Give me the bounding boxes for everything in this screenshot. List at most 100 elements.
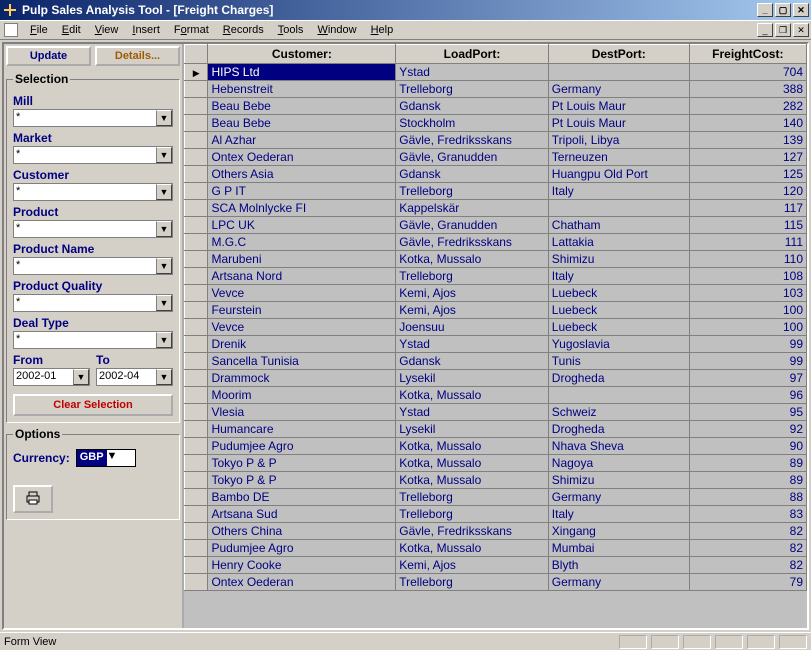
cell-customer[interactable]: SCA Molnlycke FI [208, 200, 396, 217]
row-selector[interactable] [185, 438, 208, 455]
table-row[interactable]: MoorimKotka, Mussalo96 [185, 387, 807, 404]
row-selector[interactable] [185, 98, 208, 115]
table-row[interactable]: VevceJoensuuLuebeck100 [185, 319, 807, 336]
table-row[interactable]: G P ITTrelleborgItaly120 [185, 183, 807, 200]
cell-customer[interactable]: Pudumjee Agro [208, 540, 396, 557]
mdi-close-button[interactable]: ✕ [793, 23, 809, 37]
cell-destport[interactable]: Mumbai [548, 540, 689, 557]
cell-customer[interactable]: Henry Cooke [208, 557, 396, 574]
table-row[interactable]: Others AsiaGdanskHuangpu Old Port125 [185, 166, 807, 183]
cell-destport[interactable] [548, 64, 689, 81]
row-selector[interactable] [185, 285, 208, 302]
cell-customer[interactable]: Vlesia [208, 404, 396, 421]
cell-destport[interactable]: Lattakia [548, 234, 689, 251]
row-selector[interactable] [185, 540, 208, 557]
cell-loadport[interactable]: Gävle, Granudden [396, 217, 549, 234]
cell-loadport[interactable]: Ystad [396, 64, 549, 81]
row-selector[interactable] [185, 455, 208, 472]
cell-loadport[interactable]: Trelleborg [396, 506, 549, 523]
cell-destport[interactable]: Drogheda [548, 370, 689, 387]
product-name-combo[interactable]: * ▼ [13, 257, 173, 275]
cell-freightcost[interactable]: 282 [689, 98, 806, 115]
cell-destport[interactable]: Xingang [548, 523, 689, 540]
row-selector[interactable] [185, 506, 208, 523]
cell-customer[interactable]: Vevce [208, 319, 396, 336]
menu-file[interactable]: File [24, 22, 54, 38]
cell-destport[interactable]: Luebeck [548, 302, 689, 319]
cell-customer[interactable]: Vevce [208, 285, 396, 302]
row-selector[interactable] [185, 149, 208, 166]
table-row[interactable]: Ontex OederanTrelleborgGermany79 [185, 574, 807, 591]
table-row[interactable]: MarubeniKotka, MussaloShimizu110 [185, 251, 807, 268]
row-selector[interactable] [185, 353, 208, 370]
cell-destport[interactable]: Germany [548, 489, 689, 506]
table-row[interactable]: Tokyo P & PKotka, MussaloNagoya89 [185, 455, 807, 472]
cell-freightcost[interactable]: 82 [689, 523, 806, 540]
cell-freightcost[interactable]: 99 [689, 336, 806, 353]
cell-destport[interactable] [548, 200, 689, 217]
cell-customer[interactable]: Beau Bebe [208, 98, 396, 115]
cell-freightcost[interactable]: 704 [689, 64, 806, 81]
table-row[interactable]: Pudumjee AgroKotka, MussaloNhava Sheva90 [185, 438, 807, 455]
currency-combo[interactable]: GBP ▼ [76, 449, 136, 467]
table-row[interactable]: Bambo DETrelleborgGermany88 [185, 489, 807, 506]
cell-freightcost[interactable]: 110 [689, 251, 806, 268]
table-row[interactable]: Pudumjee AgroKotka, MussaloMumbai82 [185, 540, 807, 557]
cell-loadport[interactable]: Ystad [396, 336, 549, 353]
cell-customer[interactable]: Beau Bebe [208, 115, 396, 132]
market-dropdown-icon[interactable]: ▼ [156, 147, 172, 163]
cell-destport[interactable]: Pt Louis Maur [548, 98, 689, 115]
table-row[interactable]: DrenikYstadYugoslavia99 [185, 336, 807, 353]
clear-selection-button[interactable]: Clear Selection [13, 394, 173, 416]
cell-freightcost[interactable]: 120 [689, 183, 806, 200]
table-row[interactable]: LPC UKGävle, GranuddenChatham115 [185, 217, 807, 234]
cell-destport[interactable]: Italy [548, 506, 689, 523]
cell-destport[interactable]: Schweiz [548, 404, 689, 421]
mdi-restore-button[interactable]: ❐ [775, 23, 791, 37]
product-name-dropdown-icon[interactable]: ▼ [156, 258, 172, 274]
row-selector[interactable] [185, 64, 208, 81]
menu-format[interactable]: Format [168, 22, 215, 38]
table-row[interactable]: VevceKemi, AjosLuebeck103 [185, 285, 807, 302]
row-selector[interactable] [185, 251, 208, 268]
table-row[interactable]: HebenstreitTrelleborgGermany388 [185, 81, 807, 98]
row-selector[interactable] [185, 268, 208, 285]
cell-loadport[interactable]: Kappelskär [396, 200, 549, 217]
cell-destport[interactable]: Italy [548, 268, 689, 285]
menu-edit[interactable]: Edit [56, 22, 87, 38]
menu-insert[interactable]: Insert [126, 22, 166, 38]
cell-freightcost[interactable]: 92 [689, 421, 806, 438]
menu-help[interactable]: Help [365, 22, 400, 38]
table-row[interactable]: Henry CookeKemi, AjosBlyth82 [185, 557, 807, 574]
cell-destport[interactable]: Yugoslavia [548, 336, 689, 353]
menu-tools[interactable]: Tools [272, 22, 310, 38]
cell-freightcost[interactable]: 89 [689, 472, 806, 489]
cell-customer[interactable]: Moorim [208, 387, 396, 404]
print-button[interactable] [13, 485, 53, 513]
row-selector[interactable] [185, 81, 208, 98]
table-row[interactable]: Sancella TunisiaGdanskTunis99 [185, 353, 807, 370]
cell-loadport[interactable]: Stockholm [396, 115, 549, 132]
from-combo[interactable]: 2002-01 ▼ [13, 368, 90, 386]
cell-destport[interactable]: Terneuzen [548, 149, 689, 166]
cell-loadport[interactable]: Trelleborg [396, 489, 549, 506]
cell-loadport[interactable]: Kotka, Mussalo [396, 387, 549, 404]
from-dropdown-icon[interactable]: ▼ [73, 369, 89, 385]
cell-freightcost[interactable]: 79 [689, 574, 806, 591]
customer-dropdown-icon[interactable]: ▼ [156, 184, 172, 200]
cell-freightcost[interactable]: 82 [689, 557, 806, 574]
deal-type-dropdown-icon[interactable]: ▼ [156, 332, 172, 348]
cell-destport[interactable]: Nhava Sheva [548, 438, 689, 455]
row-selector-header[interactable] [185, 45, 208, 64]
update-button[interactable]: Update [6, 46, 91, 66]
mill-combo[interactable]: * ▼ [13, 109, 173, 127]
col-customer[interactable]: Customer: [208, 45, 396, 64]
cell-freightcost[interactable]: 90 [689, 438, 806, 455]
cell-freightcost[interactable]: 95 [689, 404, 806, 421]
cell-loadport[interactable]: Kemi, Ajos [396, 557, 549, 574]
row-selector[interactable] [185, 166, 208, 183]
col-freightcost[interactable]: FreightCost: [689, 45, 806, 64]
table-row[interactable]: DrammockLysekilDrogheda97 [185, 370, 807, 387]
cell-loadport[interactable]: Trelleborg [396, 81, 549, 98]
details-button[interactable]: Details... [95, 46, 180, 66]
